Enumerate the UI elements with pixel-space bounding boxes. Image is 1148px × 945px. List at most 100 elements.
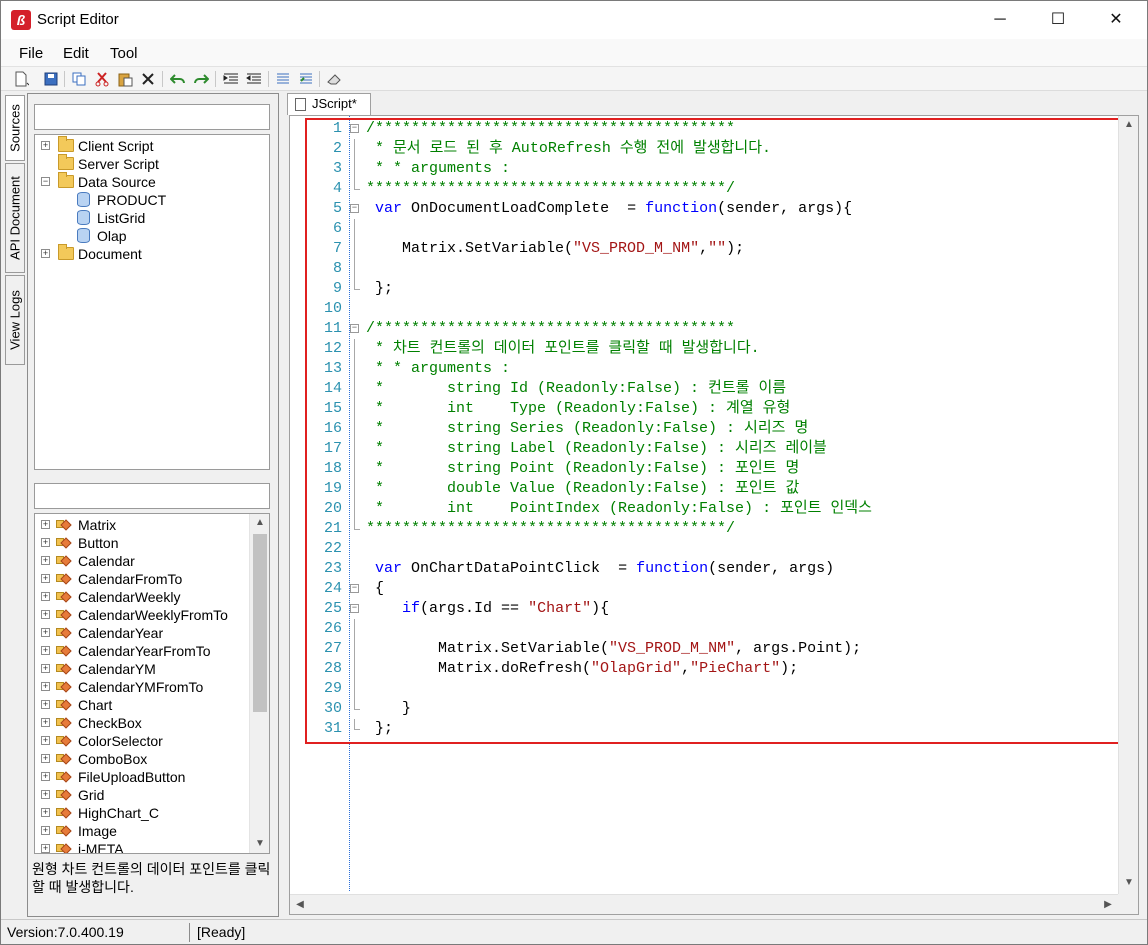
code-token: * int PointIndex (Readonly:False) : 포인트 … [366, 500, 872, 517]
expand-icon[interactable]: + [41, 141, 50, 150]
code-line: 2 * 문서 로드 된 후 AutoRefresh 수행 전에 발생합니다. [290, 139, 1120, 159]
code-token: Matrix.doRefresh( [366, 660, 592, 677]
line-number: 31 [323, 720, 342, 737]
fold-guide [354, 399, 355, 419]
minimize-button[interactable]: ─ [977, 1, 1023, 39]
fold-toggle-icon[interactable]: − [350, 324, 359, 333]
expand-icon[interactable]: + [41, 754, 50, 763]
control-icon [56, 698, 72, 712]
control-list-label: CalendarYearFromTo [78, 643, 211, 659]
scroll-left-icon[interactable]: ◀ [290, 896, 310, 914]
code-text: Matrix.doRefresh("OlapGrid","PieChart"); [366, 659, 798, 679]
scroll-down-icon[interactable]: ▼ [250, 835, 269, 853]
expand-icon[interactable]: + [41, 772, 50, 781]
scroll-down-icon[interactable]: ▼ [1119, 874, 1139, 892]
expand-icon[interactable]: + [41, 610, 50, 619]
menu-tool[interactable]: Tool [110, 45, 138, 62]
control-list-scrollbar[interactable]: ▲ ▼ [249, 514, 269, 853]
code-token: * * arguments : [366, 160, 511, 177]
fold-toggle-icon[interactable]: − [350, 124, 359, 133]
expand-icon[interactable]: + [41, 592, 50, 601]
editor-horizontal-scrollbar[interactable]: ◀ ▶ [290, 894, 1118, 914]
expand-icon[interactable]: + [41, 538, 50, 547]
control-list-label: Calendar [78, 553, 135, 569]
control-list-label: CalendarYear [78, 625, 164, 641]
menu-file[interactable]: File [19, 45, 43, 62]
expand-icon[interactable]: + [41, 520, 50, 529]
new-file-icon[interactable] [11, 69, 31, 89]
tab-view-logs-label: View Logs [7, 290, 23, 350]
redo-icon[interactable] [191, 69, 211, 89]
scroll-right-icon[interactable]: ▶ [1098, 896, 1118, 914]
fold-toggle-icon[interactable]: − [350, 584, 359, 593]
menu-edit[interactable]: Edit [63, 45, 89, 62]
controls-filter-input[interactable] [34, 483, 270, 509]
control-list-label: CalendarYM [78, 661, 156, 677]
tree-item-label: Olap [97, 228, 127, 244]
code-line: 20 * int PointIndex (Readonly:False) : 포… [290, 499, 1120, 519]
comment-icon[interactable] [273, 69, 293, 89]
code-token: /***************************************… [366, 120, 736, 137]
code-text: var OnChartDataPointClick = function(sen… [366, 559, 834, 579]
outdent-icon[interactable] [244, 69, 264, 89]
expand-icon[interactable]: + [41, 808, 50, 817]
app-logo-icon: ß [11, 10, 31, 30]
eraser-icon[interactable] [324, 69, 344, 89]
control-list-label: Chart [78, 697, 113, 713]
code-line: 7 Matrix.SetVariable("VS_PROD_M_NM",""); [290, 239, 1120, 259]
tab-view-logs[interactable]: View Logs [5, 275, 25, 365]
control-icon [56, 842, 72, 853]
line-number: 19 [323, 480, 342, 497]
uncomment-icon[interactable] [296, 69, 316, 89]
expand-icon[interactable]: + [41, 556, 50, 565]
expand-icon[interactable]: + [41, 700, 50, 709]
delete-icon[interactable] [138, 69, 158, 89]
copy-icon[interactable] [69, 69, 89, 89]
control-list-label: CalendarWeeklyFromTo [78, 607, 228, 623]
expand-icon[interactable]: + [41, 646, 50, 655]
cut-icon[interactable] [92, 69, 112, 89]
scroll-up-icon[interactable]: ▲ [1119, 116, 1139, 134]
save-icon[interactable] [41, 69, 61, 89]
close-button[interactable]: ✕ [1093, 1, 1139, 39]
code-line: 22 [290, 539, 1120, 559]
maximize-button[interactable]: ☐ [1035, 1, 1081, 39]
expand-icon[interactable]: + [41, 664, 50, 673]
tab-sources[interactable]: Sources [5, 95, 25, 161]
expand-icon[interactable]: + [41, 574, 50, 583]
tab-jscript[interactable]: JScript* [287, 93, 371, 115]
scroll-thumb[interactable] [253, 534, 267, 712]
control-list-label: CheckBox [78, 715, 142, 731]
indent-icon[interactable] [221, 69, 241, 89]
expand-icon[interactable]: + [41, 826, 50, 835]
line-number: 11 [323, 320, 342, 337]
expand-icon[interactable]: + [41, 790, 50, 799]
folder-open-icon [58, 172, 74, 188]
fold-guide [354, 239, 355, 259]
fold-toggle-icon[interactable]: − [350, 604, 359, 613]
tree-item-label: Document [78, 246, 142, 262]
sources-filter-input[interactable] [34, 104, 270, 130]
expand-icon[interactable]: + [41, 844, 50, 853]
code-line: 24− { [290, 579, 1120, 599]
code-line: 11−/************************************… [290, 319, 1120, 339]
code-line: 19 * double Value (Readonly:False) : 포인트… [290, 479, 1120, 499]
expand-icon[interactable]: + [41, 736, 50, 745]
tab-api-document[interactable]: API Document [5, 163, 25, 273]
fold-toggle-icon[interactable]: − [350, 204, 359, 213]
undo-icon[interactable] [168, 69, 188, 89]
expand-icon[interactable]: + [41, 249, 50, 258]
code-token: function [645, 200, 718, 217]
expand-icon[interactable]: + [41, 718, 50, 727]
tree-item-label: Client Script [78, 138, 154, 154]
code-editor[interactable]: 1−/*************************************… [289, 115, 1139, 915]
collapse-icon[interactable]: − [41, 177, 50, 186]
paste-icon[interactable] [115, 69, 135, 89]
editor-vertical-scrollbar[interactable]: ▲ ▼ [1118, 116, 1138, 894]
expand-icon[interactable]: + [41, 682, 50, 691]
expand-icon[interactable]: + [41, 628, 50, 637]
code-token: , args.Point); [735, 640, 862, 657]
fold-guide [354, 139, 355, 159]
scroll-up-icon[interactable]: ▲ [250, 514, 269, 532]
